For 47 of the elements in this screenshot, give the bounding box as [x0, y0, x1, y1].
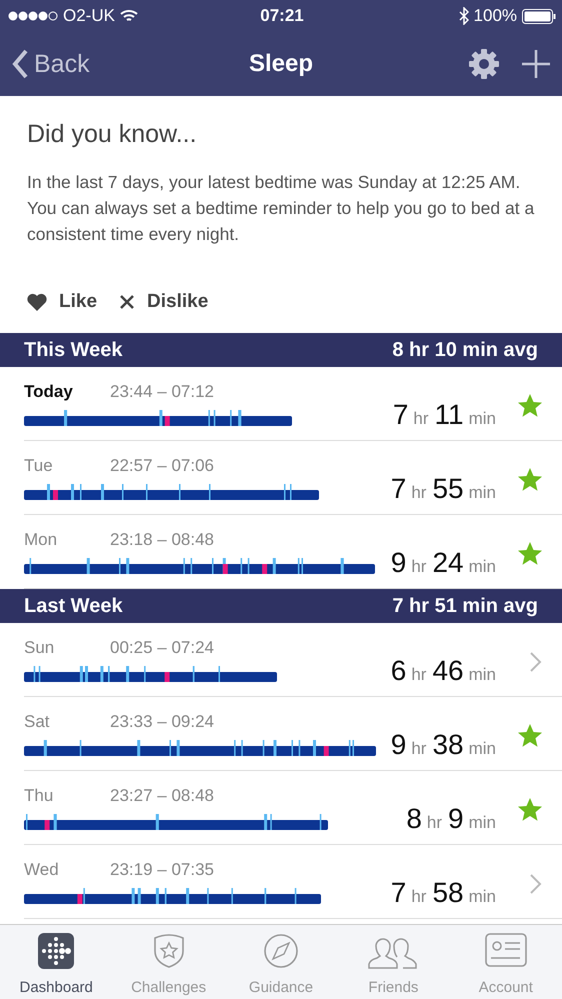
day-label: Thu	[24, 786, 54, 806]
duration-text: 9 hr 24 min	[390, 546, 496, 578]
battery-icon	[522, 8, 556, 24]
duration-text: 9 hr 38 min	[390, 728, 496, 760]
signal-icon	[8, 11, 58, 21]
duration-text: 7 hr 58 min	[390, 876, 496, 908]
section-title: This Week	[24, 338, 123, 362]
compass-icon	[263, 933, 300, 969]
screen-title: Sleep	[248, 50, 314, 77]
bluetooth-icon	[458, 7, 469, 25]
section-title: Last Week	[24, 594, 123, 618]
chevron-left-icon	[12, 49, 28, 79]
tip-title: Did you know...	[27, 120, 198, 149]
time-range: 23:44 – 07:12	[110, 382, 214, 402]
back-button[interactable]: Back	[12, 49, 90, 79]
time-range: 00:25 – 07:24	[110, 638, 214, 658]
time-range: 23:19 – 07:35	[110, 860, 214, 880]
duration-text: 7 hr 55 min	[390, 472, 496, 504]
average-text: 8 hr 10 min avg	[392, 338, 538, 362]
duration-text: 7 hr 11 min	[392, 398, 496, 430]
duration-text: 6 hr 46 min	[390, 654, 496, 686]
wifi-icon	[120, 9, 138, 23]
day-label: Sun	[24, 638, 56, 658]
day-label: Today	[24, 382, 74, 402]
like-button[interactable]: Like	[27, 291, 98, 313]
time-range: 23:18 – 08:48	[110, 530, 214, 550]
time-range: 22:57 – 07:06	[110, 456, 214, 476]
settings-icon[interactable]	[468, 48, 500, 80]
dashboard-icon	[38, 933, 74, 969]
average-text: 7 hr 51 min avg	[392, 594, 538, 618]
time-range: 23:33 – 09:24	[110, 712, 214, 732]
day-label: Wed	[24, 860, 60, 880]
carrier-text: O2-UK	[63, 6, 115, 26]
id-card-icon	[484, 933, 527, 967]
tab-item[interactable]: Dashboard	[0, 925, 112, 999]
day-label: Sat	[24, 712, 51, 732]
clock-text: 07:21	[260, 6, 304, 26]
tip-text: In the last 7 days, your latest bedtime was Sunday at 12:25 AM. You can always set a bedtime reminder to help you go to bed at a consistent time every night.	[27, 171, 535, 246]
duration-text: 8 hr 9 min	[405, 802, 496, 834]
add-icon[interactable]	[522, 50, 550, 78]
dislike-button[interactable]: Dislike	[119, 291, 208, 313]
cross-icon	[119, 294, 136, 310]
time-range: 23:27 – 08:48	[110, 786, 214, 806]
day-label: Mon	[24, 530, 58, 550]
day-label: Tue	[24, 456, 54, 476]
battery-text: 100%	[474, 6, 518, 26]
heart-icon	[27, 293, 47, 311]
